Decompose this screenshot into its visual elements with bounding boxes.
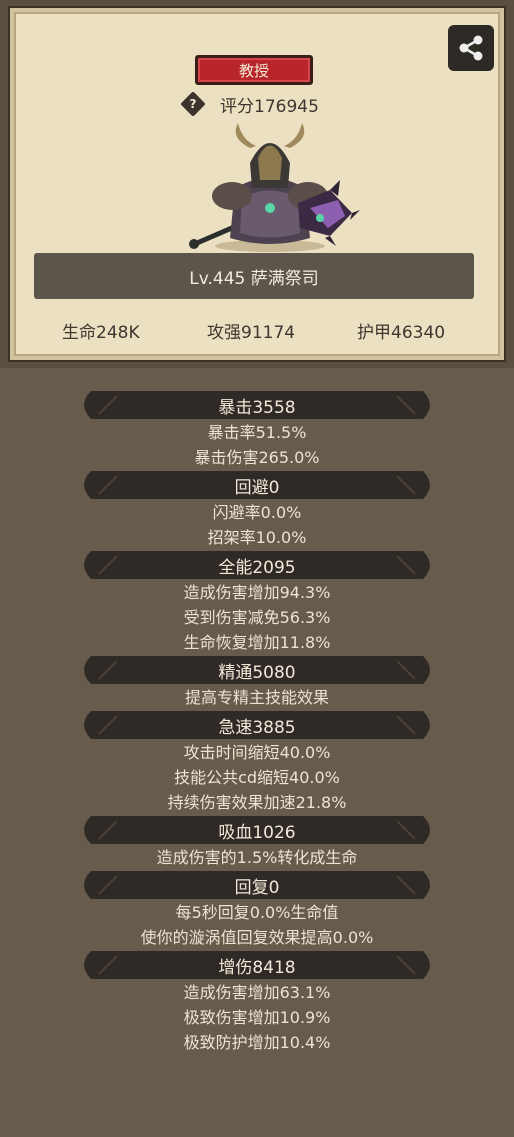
character-portrait <box>189 123 360 252</box>
attack-stat: 攻强91174 <box>207 323 296 343</box>
stat-group-header: 急速3885 <box>77 710 437 740</box>
stat-line: 技能公共cd缩短40.0% <box>174 768 340 787</box>
armor-stat: 护甲46340 <box>357 323 446 343</box>
stat-line: 每5秒回复0.0%生命值 <box>175 903 339 922</box>
stat-line: 造成伤害的1.5%转化成生命 <box>156 848 358 867</box>
hp-stat: 生命248K <box>62 323 140 343</box>
level-name-bar: Lv.445 萨满祭司 <box>34 253 474 299</box>
stat-group-header: 暴击3558 <box>77 390 437 420</box>
stat-group-header: 吸血1026 <box>77 815 437 845</box>
stat-line: 极致防护增加10.4% <box>183 1033 331 1052</box>
stat-line: 造成伤害增加63.1% <box>183 983 331 1002</box>
stat-line: 受到伤害减免56.3% <box>183 608 331 627</box>
stat-line: 暴击伤害265.0% <box>194 448 320 467</box>
stat-line: 极致伤害增加10.9% <box>183 1008 331 1027</box>
stat-line: 暴击率51.5% <box>207 423 307 442</box>
stat-group-header: 回避0 <box>77 470 437 500</box>
stat-group-header: 精通5080 <box>77 655 437 685</box>
stat-line: 造成伤害增加94.3% <box>183 583 331 602</box>
help-icon[interactable]: ? <box>180 91 206 117</box>
stat-line: 提高专精主技能效果 <box>184 688 329 707</box>
stat-line: 持续伤害效果加速21.8% <box>167 793 347 812</box>
score-label: 评分176945 <box>220 97 319 117</box>
stats-list: 暴击3558 暴击率51.5% 暴击伤害265.0% 回避0 闪避率0.0% 招… <box>0 390 514 1055</box>
stat-line: 使你的漩涡值回复效果提高0.0% <box>140 928 374 947</box>
stat-line: 生命恢复增加11.8% <box>183 633 331 652</box>
stat-group-header: 全能2095 <box>77 550 437 580</box>
title-badge: 教授 <box>195 55 313 85</box>
share-icon <box>459 35 483 61</box>
stat-line: 招架率10.0% <box>207 528 307 547</box>
share-button[interactable] <box>448 25 494 71</box>
stat-group-header: 增伤8418 <box>77 950 437 980</box>
character-card: 教授 ? 评分176945 Lv.445 萨满祭司 生命248K 攻强91174… <box>0 0 514 368</box>
stat-line: 闪避率0.0% <box>212 503 302 522</box>
stat-line: 攻击时间缩短40.0% <box>183 743 331 762</box>
stat-group-header: 回复0 <box>77 870 437 900</box>
